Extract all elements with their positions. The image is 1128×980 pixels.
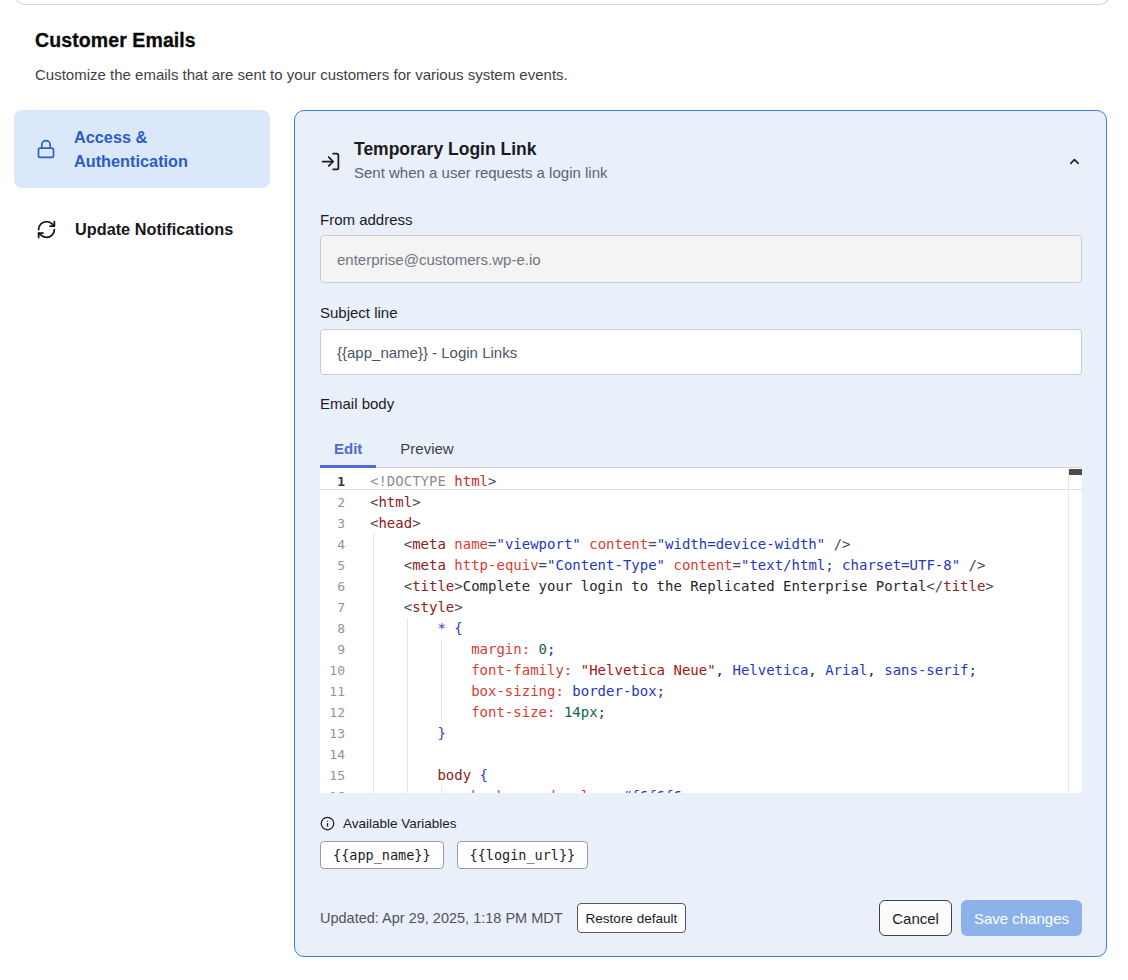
code-line: 8 * { [320, 618, 1082, 639]
sidebar-item-label: Access & Authentication [74, 125, 224, 173]
indent-guide [441, 786, 442, 793]
variable-chip-app-name[interactable]: {{app_name}} [320, 841, 444, 869]
indent-guide [373, 534, 374, 793]
template-title: Temporary Login Link [354, 138, 607, 160]
indent-guide [441, 639, 442, 723]
code-line: 16 background-color: #f6f6f6; [320, 786, 1082, 793]
code-line: 10 font-family: "Helvetica Neue", Helvet… [320, 660, 1082, 681]
refresh-icon [36, 219, 57, 240]
collapse-button[interactable] [1067, 154, 1082, 169]
tab-edit[interactable]: Edit [320, 430, 376, 468]
sidebar-item-label: Update Notifications [75, 217, 233, 241]
panel-header[interactable]: Temporary Login Link Sent when a user re… [320, 138, 1082, 184]
updated-timestamp: Updated: Apr 29, 2025, 1:18 PM MDT [320, 910, 563, 926]
code-line: 7 <style> [320, 597, 1082, 618]
code-line: 14 [320, 744, 1082, 765]
line-number: 7 [320, 597, 345, 618]
code-line: 12 font-size: 14px; [320, 702, 1082, 723]
line-number: 13 [320, 723, 345, 744]
template-subtitle: Sent when a user requests a login link [354, 162, 607, 184]
variable-chip-login-url[interactable]: {{login_url}} [457, 841, 589, 869]
editor-tabs: Edit Preview [320, 430, 1082, 468]
previous-panel-bottom-edge [14, 0, 1111, 5]
log-in-icon [320, 151, 341, 172]
tab-preview[interactable]: Preview [386, 430, 467, 468]
line-number: 8 [320, 618, 345, 639]
from-address-input[interactable] [320, 235, 1082, 283]
code-line: 6 <title>Complete your login to the Repl… [320, 576, 1082, 597]
save-changes-button[interactable]: Save changes [961, 900, 1082, 936]
line-number: 9 [320, 639, 345, 660]
scrollbar-thumb[interactable] [1069, 469, 1082, 475]
sidebar-item-update-notifications[interactable]: Update Notifications [14, 205, 270, 253]
code-line: 3<head> [320, 513, 1082, 534]
line-number: 3 [320, 513, 345, 534]
subject-line-label: Subject line [320, 304, 1082, 321]
line-number: 2 [320, 492, 345, 513]
editor-divider [320, 489, 1082, 490]
code-line: 5 <meta http-equiv="Content-Type" conten… [320, 555, 1082, 576]
code-line: 11 box-sizing: border-box; [320, 681, 1082, 702]
lock-icon [36, 139, 56, 159]
line-number: 14 [320, 744, 345, 765]
line-number: 15 [320, 765, 345, 786]
code-line: 2<html> [320, 492, 1082, 513]
code-line: 9 margin: 0; [320, 639, 1082, 660]
line-number: 5 [320, 555, 345, 576]
code-line: 4 <meta name="viewport" content="width=d… [320, 534, 1082, 555]
code-line: 15 body { [320, 765, 1082, 786]
restore-default-button[interactable]: Restore default [577, 903, 687, 933]
page-description: Customize the emails that are sent to yo… [35, 66, 568, 83]
from-address-label: From address [320, 211, 1082, 228]
cancel-button[interactable]: Cancel [879, 900, 952, 936]
sidebar-item-access-authentication[interactable]: Access & Authentication [14, 110, 270, 188]
line-number: 10 [320, 660, 345, 681]
info-icon [320, 816, 335, 831]
scrollbar-track [1068, 468, 1069, 793]
email-types-sidebar: Access & Authentication Update Notificat… [14, 110, 270, 253]
line-number: 12 [320, 702, 345, 723]
indent-guide [407, 618, 408, 793]
page-title: Customer Emails [35, 29, 196, 52]
line-number: 4 [320, 534, 345, 555]
line-number: 6 [320, 576, 345, 597]
email-template-panel: Temporary Login Link Sent when a user re… [294, 110, 1107, 957]
line-number: 16 [320, 786, 345, 793]
code-editor-lines: 1<!DOCTYPE html>2<html>3<head>4 <meta na… [320, 471, 1082, 793]
email-body-label: Email body [320, 395, 1082, 412]
available-variables-label: Available Variables [343, 816, 457, 831]
line-number: 11 [320, 681, 345, 702]
subject-line-input[interactable] [320, 329, 1082, 375]
code-line: 13 } [320, 723, 1082, 744]
code-editor[interactable]: 1<!DOCTYPE html>2<html>3<head>4 <meta na… [320, 468, 1082, 793]
